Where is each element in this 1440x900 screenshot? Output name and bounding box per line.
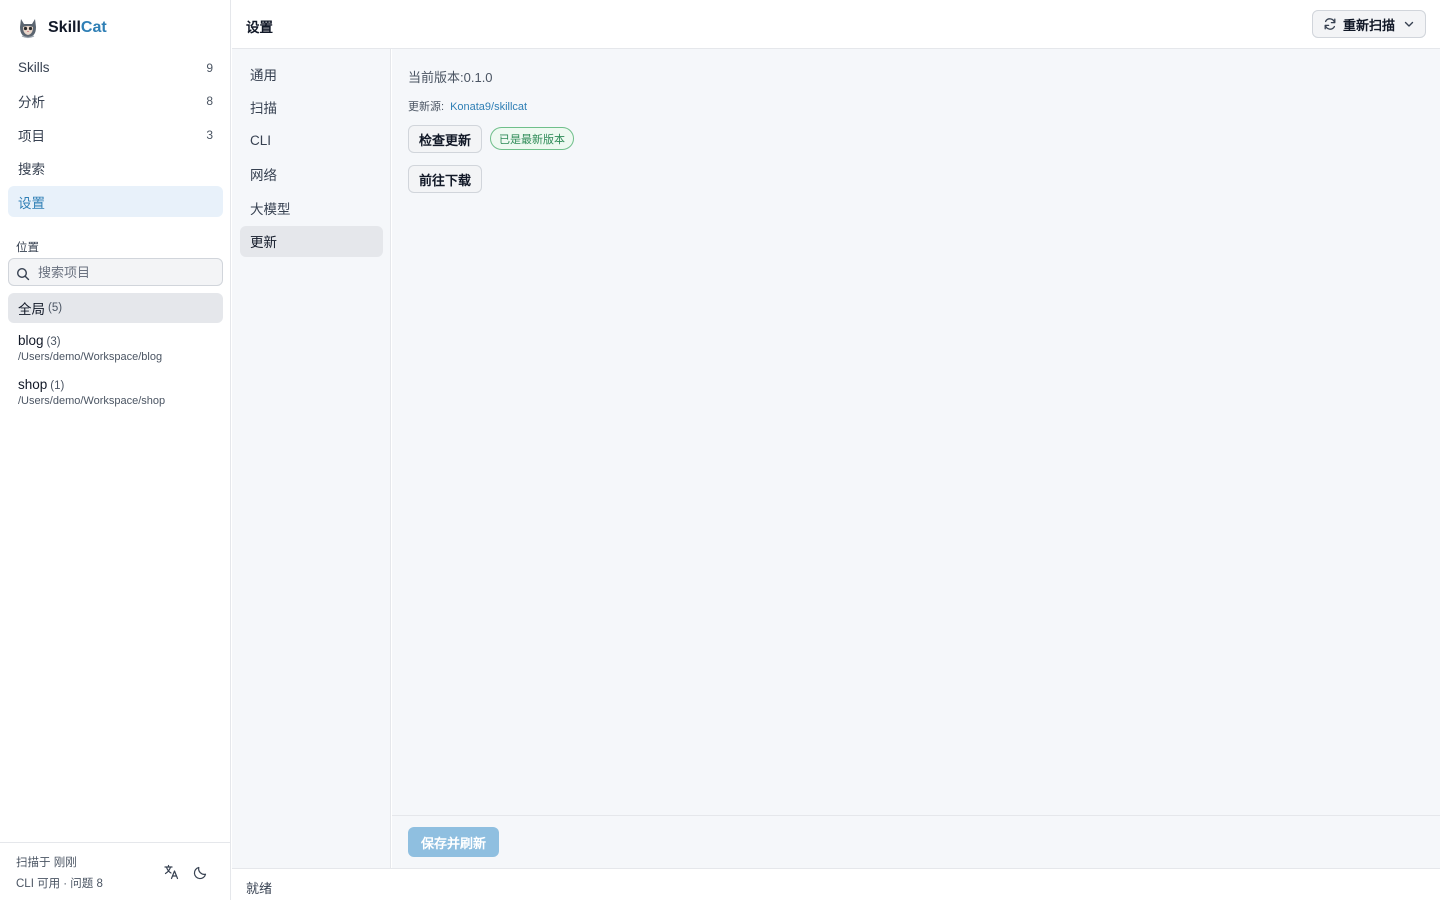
status-text: 就绪 — [246, 881, 273, 896]
search-icon — [16, 267, 30, 281]
location-item-global[interactable]: 全局 (5) — [8, 293, 223, 323]
rescan-button[interactable]: 重新扫描 — [1312, 10, 1426, 38]
update-source: 更新源: Konata9/skillcat — [408, 98, 527, 114]
location-path: /Users/demo/Workspace/blog — [18, 351, 163, 363]
location-count: (1) — [50, 380, 65, 392]
location-name: 全局 — [18, 302, 45, 317]
status-bar: 就绪 — [232, 868, 1440, 900]
check-update-button[interactable]: 检查更新 — [408, 125, 483, 153]
settings-tab-update[interactable]: 更新 — [240, 225, 383, 257]
nav-item-count: 8 — [206, 94, 213, 108]
nav-item-label: 设置 — [18, 195, 45, 211]
nav-item-label: 搜索 — [18, 162, 45, 177]
sidebar-footer: 扫描于 刚刚 CLI 可用 · 问题 8 — [0, 842, 231, 900]
settings-tab-general[interactable]: 通用 — [240, 58, 383, 89]
translate-icon[interactable] — [163, 864, 179, 880]
location-name: blog — [18, 333, 44, 348]
moon-icon[interactable] — [193, 864, 209, 880]
top-header: 设置 重新扫描 — [232, 0, 1440, 49]
settings-nav: 通用 扫描 CLI 网络 大模型 更新 — [232, 49, 391, 900]
nav-item-search[interactable]: 搜索 — [8, 153, 223, 184]
action-bar: 保存并刷新 — [392, 815, 1440, 868]
page-title: 设置 — [246, 20, 273, 35]
locations-title: 位置 — [16, 242, 39, 254]
chevron-down-icon — [1403, 18, 1415, 30]
download-button[interactable]: 前往下载 — [408, 165, 483, 193]
version-value: 0.1.0 — [463, 70, 493, 85]
cat-logo-icon — [18, 17, 38, 39]
nav-item-label: 分析 — [18, 95, 45, 110]
location-count: (5) — [48, 302, 63, 314]
refresh-icon — [1323, 17, 1337, 31]
current-version: 当前版本:0.1.0 — [408, 67, 493, 86]
sidebar: SkillCat Skills 9 分析 8 项目 3 搜索 设置 位置 全局 — [0, 0, 231, 900]
latest-version-badge: 已是最新版本 — [490, 127, 574, 150]
update-settings-panel: 当前版本:0.1.0 更新源: Konata9/skillcat 检查更新 已是最… — [392, 49, 1440, 815]
location-item-shop[interactable]: shop (1) /Users/demo/Workspace/shop — [8, 376, 223, 407]
scan-time: 扫描于 刚刚 — [16, 857, 77, 869]
cli-status: CLI 可用 · 问题 8 — [16, 878, 103, 890]
location-count: (3) — [46, 336, 61, 348]
settings-tab-network[interactable]: 网络 — [240, 159, 383, 190]
save-refresh-button[interactable]: 保存并刷新 — [408, 827, 499, 857]
nav-item-count: 9 — [206, 60, 213, 75]
nav-item-analysis[interactable]: 分析 8 — [8, 86, 223, 117]
settings-tab-cli[interactable]: CLI — [240, 125, 383, 156]
rescan-label: 重新扫描 — [1343, 17, 1396, 33]
nav-item-label: Skills — [18, 60, 50, 75]
location-path: /Users/demo/Workspace/shop — [18, 395, 166, 407]
location-list: 全局 (5) blog (3) /Users/demo/Workspace/blo… — [8, 293, 223, 420]
main-nav: Skills 9 分析 8 项目 3 搜索 设置 — [8, 52, 223, 220]
source-label: 更新源: — [408, 101, 445, 113]
project-search[interactable] — [8, 258, 223, 286]
source-link[interactable]: Konata9/skillcat — [450, 101, 527, 113]
project-search-input[interactable] — [38, 264, 208, 280]
brand[interactable]: SkillCat — [18, 16, 107, 40]
location-item-blog[interactable]: blog (3) /Users/demo/Workspace/blog — [8, 332, 223, 363]
nav-item-label: 项目 — [18, 128, 45, 144]
settings-tab-llm[interactable]: 大模型 — [240, 192, 383, 223]
location-name: shop — [18, 377, 48, 392]
nav-item-settings[interactable]: 设置 — [8, 186, 223, 217]
settings-tab-scan[interactable]: 扫描 — [240, 92, 383, 123]
version-label: 当前版本: — [408, 70, 464, 85]
app-name: SkillCat — [48, 19, 107, 36]
nav-item-count: 3 — [206, 127, 213, 142]
nav-item-skills[interactable]: Skills 9 — [8, 52, 223, 83]
nav-item-projects[interactable]: 项目 3 — [8, 119, 223, 150]
